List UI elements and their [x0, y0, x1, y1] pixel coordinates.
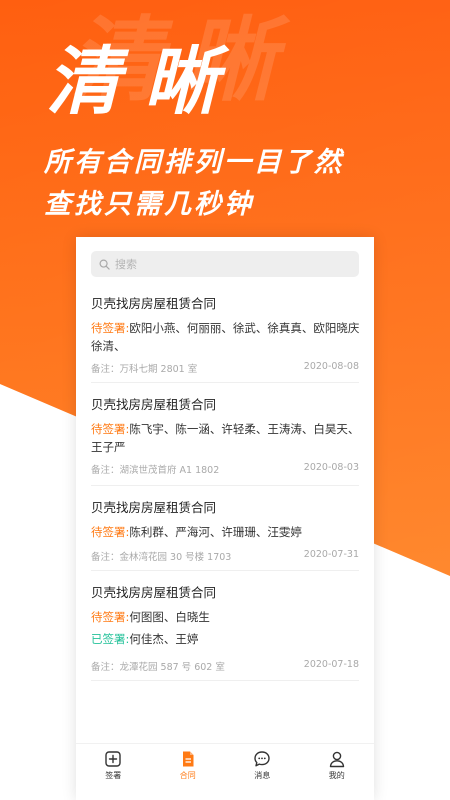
document-icon	[182, 751, 194, 767]
pending-names: 何图图、白晓生	[129, 610, 210, 624]
tab-sign[interactable]: 签署	[76, 744, 151, 787]
contract-date: 2020-08-03	[303, 462, 359, 473]
pending-signers: 待签署:欧阳小燕、何丽丽、徐武、徐真真、欧阳晓庆徐清、	[91, 319, 361, 355]
contract-list: 贝壳找房房屋租赁合同 待签署:欧阳小燕、何丽丽、徐武、徐真真、欧阳晓庆徐清、 备…	[76, 285, 374, 681]
signed-names: 何佳杰、王婷	[129, 632, 199, 646]
pending-signers: 待签署:何图图、白晓生	[91, 608, 361, 626]
contract-note: 备注：龙潭花园 587 号 602 室	[91, 662, 225, 673]
contract-title: 贝壳找房房屋租赁合同	[91, 585, 217, 600]
hero-subtitle-2: 查找只需几秒钟	[44, 189, 254, 220]
contract-note: 备注：金林湾花园 30 号楼 1703	[91, 552, 232, 563]
person-icon	[329, 751, 344, 768]
contract-title: 贝壳找房房屋租赁合同	[91, 296, 217, 311]
search-input[interactable]: 搜索	[91, 251, 359, 277]
search-icon	[99, 259, 110, 270]
tab-label: 消息	[254, 771, 271, 780]
contract-item[interactable]: 贝壳找房房屋租赁合同 待签署:陈利群、严海河、许珊珊、汪雯婷 备注：金林湾花园 …	[91, 486, 359, 571]
tab-contract[interactable]: 合同	[151, 744, 226, 787]
contract-title: 贝壳找房房屋租赁合同	[91, 500, 217, 515]
phone-screen: 搜索 贝壳找房房屋租赁合同 待签署:欧阳小燕、何丽丽、徐武、徐真真、欧阳晓庆徐清…	[76, 237, 374, 800]
plus-square-icon	[105, 751, 121, 767]
contract-note: 备注：万科七期 2801 室	[91, 364, 198, 375]
pending-signers: 待签署:陈利群、严海河、许珊珊、汪雯婷	[91, 523, 361, 541]
contract-note: 备注：湖滨世茂首府 A1 1802	[91, 465, 220, 476]
contract-item[interactable]: 贝壳找房房屋租赁合同 待签署:何图图、白晓生 已签署:何佳杰、王婷 备注：龙潭花…	[91, 571, 359, 681]
contract-item[interactable]: 贝壳找房房屋租赁合同 待签署:陈飞宇、陈一涵、许轻柔、王涛涛、白昊天、王子严 备…	[91, 383, 359, 486]
signed-signers: 已签署:何佳杰、王婷	[91, 630, 361, 648]
contract-date: 2020-07-18	[303, 659, 359, 670]
tab-label: 合同	[179, 771, 196, 780]
pending-signers: 待签署:陈飞宇、陈一涵、许轻柔、王涛涛、白昊天、王子严	[91, 420, 361, 456]
contract-date: 2020-07-31	[303, 549, 359, 560]
pending-names: 陈利群、严海河、许珊珊、汪雯婷	[129, 525, 302, 539]
pending-label: 待签署:	[91, 610, 130, 624]
pending-names: 欧阳小燕、何丽丽、徐武、徐真真、欧阳晓庆徐清、	[91, 321, 360, 353]
home-indicator-area	[76, 787, 374, 800]
chat-bubble-icon	[254, 751, 270, 767]
hero-subtitle-1: 所有合同排列一目了然	[44, 147, 344, 178]
contract-item[interactable]: 贝壳找房房屋租赁合同 待签署:欧阳小燕、何丽丽、徐武、徐真真、欧阳晓庆徐清、 备…	[91, 285, 359, 383]
search-placeholder: 搜索	[115, 258, 137, 271]
signed-label: 已签署:	[91, 632, 130, 646]
tab-label: 签署	[105, 771, 122, 780]
contract-date: 2020-08-08	[303, 361, 359, 372]
pending-names: 陈飞宇、陈一涵、许轻柔、王涛涛、白昊天、王子严	[91, 422, 360, 454]
tab-label: 我的	[328, 771, 345, 780]
pending-label: 待签署:	[91, 422, 130, 436]
tab-profile[interactable]: 我的	[300, 744, 375, 787]
hero-title: 清晰	[46, 39, 242, 125]
bottom-tab-bar: 签署 合同 消息 我的	[76, 743, 374, 787]
contract-title: 贝壳找房房屋租赁合同	[91, 397, 217, 412]
tab-messages[interactable]: 消息	[225, 744, 300, 787]
pending-label: 待签署:	[91, 321, 130, 335]
pending-label: 待签署:	[91, 525, 130, 539]
